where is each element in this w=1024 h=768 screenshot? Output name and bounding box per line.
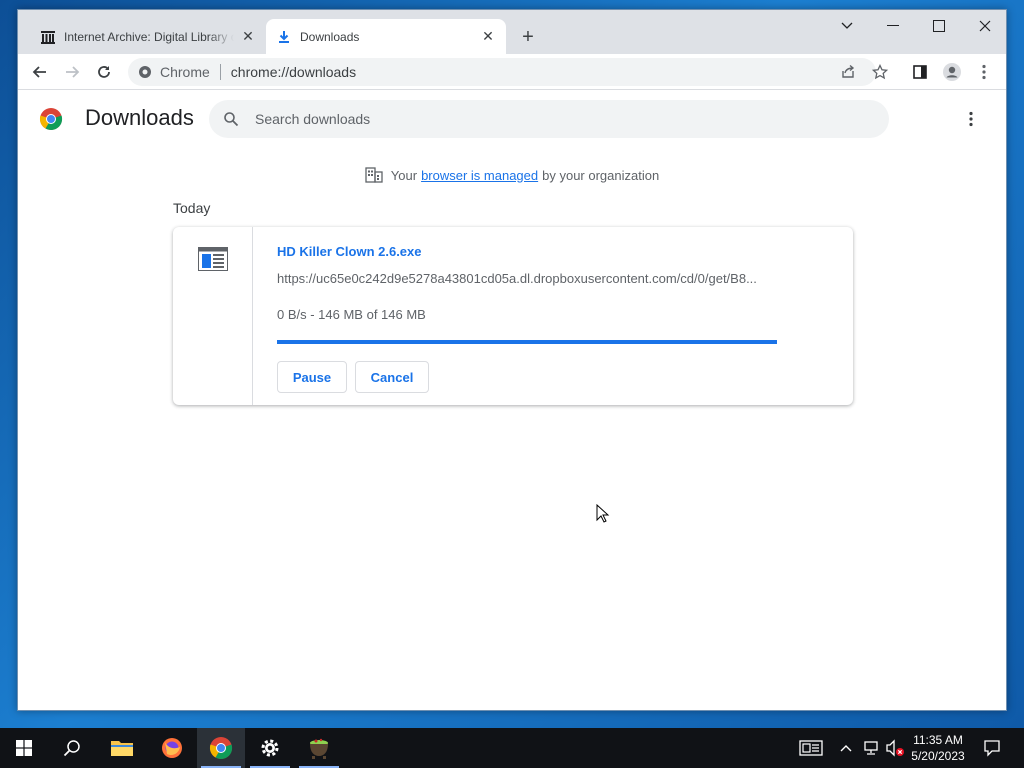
download-arrow-icon bbox=[276, 29, 292, 45]
notifications-icon[interactable] bbox=[978, 728, 1006, 768]
clock-time: 11:35 AM bbox=[913, 733, 963, 747]
downloads-more-actions-icon[interactable] bbox=[959, 107, 983, 131]
new-tab-button[interactable]: + bbox=[516, 25, 540, 49]
news-widget-icon[interactable] bbox=[796, 728, 826, 768]
search-downloads-input[interactable] bbox=[255, 111, 855, 127]
cancel-button[interactable]: Cancel bbox=[355, 361, 429, 393]
executable-file-icon bbox=[198, 247, 228, 271]
minimize-button[interactable] bbox=[870, 10, 916, 42]
download-status: 0 B/s - 146 MB of 146 MB bbox=[277, 307, 426, 322]
omnibox-divider bbox=[219, 64, 221, 80]
volume-muted-icon[interactable] bbox=[884, 728, 906, 768]
pause-button[interactable]: Pause bbox=[277, 361, 347, 393]
page-title: Downloads bbox=[85, 105, 194, 130]
date-heading: Today bbox=[173, 200, 211, 216]
browser-menu-icon[interactable] bbox=[970, 58, 998, 86]
maximize-button[interactable] bbox=[916, 10, 962, 42]
chrome-icon[interactable] bbox=[197, 728, 245, 768]
file-explorer-icon[interactable] bbox=[98, 728, 146, 768]
tab-internet-archive[interactable]: Internet Archive: Digital Library of Fre… bbox=[30, 19, 266, 54]
chrome-site-icon bbox=[138, 65, 152, 79]
share-icon[interactable] bbox=[834, 58, 862, 86]
managed-notice-suffix: by your organization bbox=[542, 167, 660, 183]
browser-window: Internet Archive: Digital Library of Fre… bbox=[17, 9, 1007, 711]
download-icon-column bbox=[173, 227, 253, 405]
file-name-link[interactable]: HD Killer Clown 2.6.exe bbox=[277, 244, 422, 259]
url-text[interactable]: chrome://downloads bbox=[231, 64, 356, 80]
browser-managed-link[interactable]: browser is managed bbox=[421, 168, 538, 183]
close-tab-icon[interactable]: ✕ bbox=[480, 28, 496, 45]
site-chip-label: Chrome bbox=[160, 64, 210, 80]
back-arrow-icon[interactable] bbox=[26, 58, 54, 86]
tab-title: Downloads bbox=[300, 29, 360, 44]
downloads-page: Downloads Your browser is managed by you… bbox=[18, 91, 1006, 710]
side-panel-icon[interactable] bbox=[906, 58, 934, 86]
close-window-button[interactable] bbox=[962, 10, 1006, 42]
download-progress-fill bbox=[277, 340, 777, 344]
close-tab-icon[interactable]: ✕ bbox=[240, 28, 256, 45]
download-progress-bar bbox=[277, 340, 777, 344]
chrome-logo-icon bbox=[39, 108, 63, 131]
search-icon bbox=[211, 111, 251, 127]
address-bar[interactable]: Chrome chrome://downloads bbox=[128, 58, 876, 86]
bookmark-star-icon[interactable] bbox=[866, 58, 894, 86]
mouse-cursor-icon bbox=[596, 504, 610, 523]
search-downloads-box[interactable] bbox=[209, 100, 889, 138]
cauldron-app-icon[interactable] bbox=[295, 728, 343, 768]
taskbar-clock[interactable]: 11:35 AM 5/20/2023 bbox=[906, 732, 970, 764]
settings-icon[interactable] bbox=[246, 728, 294, 768]
start-icon[interactable] bbox=[0, 728, 48, 768]
reload-icon[interactable] bbox=[90, 58, 118, 86]
file-source-url[interactable]: https://uc65e0c242d9e5278a43801cd05a.dl.… bbox=[277, 271, 777, 286]
profile-avatar-icon[interactable] bbox=[938, 58, 966, 86]
managed-notice: Your browser is managed by your organiza… bbox=[18, 167, 1006, 183]
archive-building-icon bbox=[40, 29, 56, 45]
tab-downloads[interactable]: Downloads ✕ bbox=[266, 19, 506, 54]
building-icon bbox=[365, 167, 383, 183]
search-icon[interactable] bbox=[48, 728, 96, 768]
taskbar: 11:35 AM 5/20/2023 bbox=[0, 728, 1024, 768]
download-item-card: HD Killer Clown 2.6.exe https://uc65e0c2… bbox=[173, 227, 853, 405]
network-icon[interactable] bbox=[860, 728, 882, 768]
tab-strip: Internet Archive: Digital Library of Fre… bbox=[18, 10, 1006, 54]
firefox-icon[interactable] bbox=[148, 728, 196, 768]
browser-toolbar: Chrome chrome://downloads bbox=[18, 54, 1006, 90]
clock-date: 5/20/2023 bbox=[911, 749, 965, 763]
downloads-header: Downloads bbox=[18, 91, 1006, 147]
managed-notice-prefix: Your bbox=[390, 167, 418, 183]
tab-title: Internet Archive: Digital Library of Fre… bbox=[64, 29, 234, 44]
forward-arrow-icon[interactable] bbox=[58, 58, 86, 86]
tab-search-chevron-icon[interactable] bbox=[824, 10, 870, 42]
show-hidden-icons-chevron-icon[interactable] bbox=[836, 728, 856, 768]
